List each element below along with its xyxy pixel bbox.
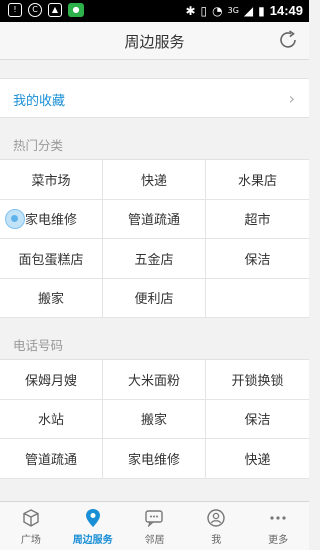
refresh-icon[interactable] <box>277 29 299 51</box>
category-item[interactable]: 超市 <box>206 200 309 239</box>
notification-icon: ! <box>8 3 22 17</box>
location-pin-icon <box>82 508 104 528</box>
category-item[interactable]: 水果店 <box>206 160 309 200</box>
category-item[interactable]: 面包蛋糕店 <box>0 239 103 279</box>
battery-icon: ▮ <box>258 3 265 18</box>
category-item[interactable]: 保洁 <box>206 239 309 279</box>
phone-item[interactable]: 搬家 <box>103 399 206 439</box>
clock: 14:49 <box>269 3 303 18</box>
my-favorites-label: 我的收藏 <box>13 94 66 109</box>
category-item[interactable]: 家电维修 <box>0 199 103 239</box>
phone-item[interactable]: 水站 <box>0 399 103 439</box>
status-bar: ! C ▲ ● ✱ ▯ ◔ 3G ◢ ▮ 14:49 <box>0 0 309 22</box>
nav-plaza[interactable]: 广场 <box>0 502 62 550</box>
wifi-icon: ◔ <box>212 3 223 18</box>
phone-item[interactable]: 保姆月嫂 <box>0 360 103 400</box>
chat-icon <box>143 508 165 528</box>
my-favorites-row[interactable]: 我的收藏 › <box>0 78 309 118</box>
category-item[interactable]: 管道疏通 <box>103 199 206 239</box>
chevron-right-icon: › <box>288 89 295 108</box>
network-type: 3G <box>227 6 239 15</box>
nav-nearby-services[interactable]: 周边服务 <box>62 502 124 550</box>
box-icon <box>20 508 42 528</box>
hot-categories-grid: 菜市场 快递 水果店 家电维修 管道疏通 超市 面包蛋糕店 五金店 保洁 搬家 … <box>0 159 309 318</box>
category-item[interactable]: 搬家 <box>0 278 103 318</box>
phone-item[interactable]: 家电维修 <box>103 439 206 479</box>
nav-more[interactable]: 更多 <box>247 502 309 550</box>
vpn-icon: C <box>28 3 42 17</box>
phone-item[interactable]: 保洁 <box>206 400 309 439</box>
category-item[interactable]: 五金店 <box>103 239 206 279</box>
bottom-navigation: 广场 周边服务 邻居 我 更多 <box>0 501 309 550</box>
wechat-icon: ● <box>68 3 84 17</box>
hot-categories-title: 热门分类 <box>13 138 64 153</box>
category-item[interactable]: 菜市场 <box>0 160 103 200</box>
signal-icon: ◢ <box>243 3 254 18</box>
phone-numbers-title: 电话号码 <box>13 338 64 353</box>
category-item[interactable]: 快递 <box>103 160 206 200</box>
phone-item[interactable]: 大米面粉 <box>103 360 206 400</box>
category-item[interactable]: 便利店 <box>103 278 206 318</box>
nav-me[interactable]: 我 <box>185 502 247 550</box>
phone-item[interactable]: 快递 <box>206 439 309 479</box>
nav-neighbors[interactable]: 邻居 <box>124 502 186 550</box>
nav-label: 更多 <box>268 535 289 546</box>
category-item-empty <box>206 279 309 318</box>
phone-item[interactable]: 管道疏通 <box>0 439 103 479</box>
nav-label: 邻居 <box>144 535 165 546</box>
app-header: 周边服务 <box>0 22 309 60</box>
nav-label: 我 <box>211 535 222 546</box>
person-icon <box>205 508 227 528</box>
image-icon: ▲ <box>48 3 62 17</box>
vibrate-icon: ▯ <box>200 3 208 18</box>
nav-label: 周边服务 <box>72 535 113 546</box>
phone-numbers-grid: 保姆月嫂 大米面粉 开锁换锁 水站 搬家 保洁 管道疏通 家电维修 快递 <box>0 359 309 479</box>
category-item-label: 家电维修 <box>24 213 77 229</box>
bluetooth-icon: ✱ <box>185 3 196 18</box>
page-title: 周边服务 <box>124 33 185 51</box>
more-icon <box>267 508 289 528</box>
touch-indicator <box>5 208 25 229</box>
nav-label: 广场 <box>20 535 41 546</box>
phone-item[interactable]: 开锁换锁 <box>206 360 309 400</box>
